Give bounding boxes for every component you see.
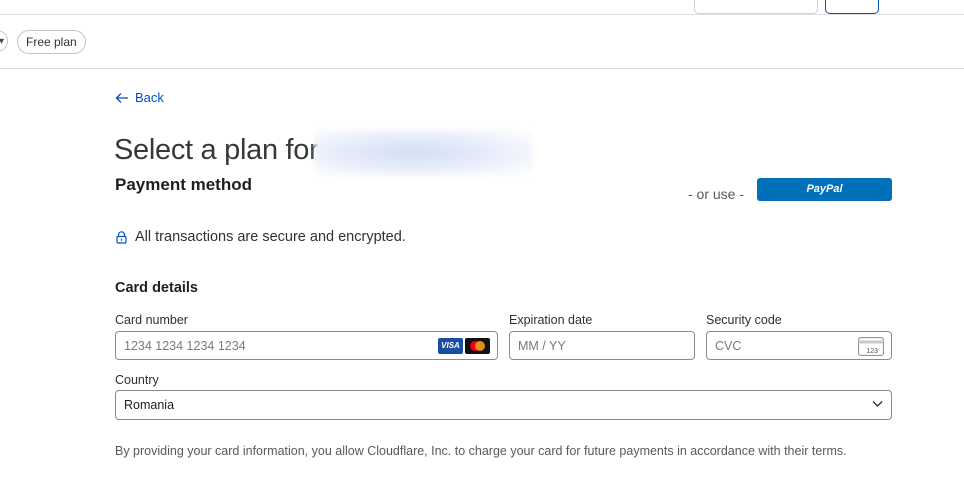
filter-bar: ▾ Free plan bbox=[0, 15, 964, 69]
country-value: Romania bbox=[124, 398, 175, 412]
card-number-field[interactable]: VISA bbox=[115, 331, 498, 360]
cvc-card-icon: 123 bbox=[858, 337, 884, 356]
expiry-input[interactable] bbox=[510, 332, 694, 359]
expiry-label: Expiration date bbox=[509, 313, 593, 327]
card-details-heading: Card details bbox=[115, 280, 198, 296]
expiry-field[interactable] bbox=[509, 331, 695, 360]
filter-chip-partial[interactable]: ▾ bbox=[0, 30, 8, 52]
card-number-label: Card number bbox=[115, 313, 188, 327]
cvc-icon-text: 123 bbox=[866, 348, 878, 355]
paypal-button[interactable]: PayPal bbox=[757, 178, 892, 201]
payment-method-heading: Payment method bbox=[115, 175, 252, 194]
back-link[interactable]: Back bbox=[115, 90, 164, 105]
country-label: Country bbox=[115, 373, 159, 387]
chevron-down-icon bbox=[872, 401, 883, 407]
mastercard-icon bbox=[465, 338, 490, 354]
security-code-label: Security code bbox=[706, 313, 782, 327]
arrow-left-icon bbox=[115, 92, 128, 103]
authorization-notice: By providing your card information, you … bbox=[115, 444, 847, 458]
or-use-text: - or use - bbox=[688, 186, 745, 202]
lock-icon bbox=[116, 230, 127, 244]
country-select[interactable]: Romania bbox=[115, 390, 892, 420]
top-secondary-button[interactable] bbox=[694, 0, 818, 14]
security-code-field[interactable]: 123 bbox=[706, 331, 892, 360]
top-primary-button[interactable] bbox=[825, 0, 879, 14]
secure-text: All transactions are secure and encrypte… bbox=[135, 229, 406, 245]
page-title: Select a plan for bbox=[114, 134, 319, 166]
secure-notice: All transactions are secure and encrypte… bbox=[116, 229, 406, 245]
visa-icon: VISA bbox=[438, 338, 463, 354]
filter-chip-free-plan[interactable]: Free plan bbox=[17, 30, 86, 54]
redacted-domain-name bbox=[315, 129, 533, 176]
top-bar bbox=[0, 0, 964, 15]
back-label: Back bbox=[135, 90, 164, 105]
